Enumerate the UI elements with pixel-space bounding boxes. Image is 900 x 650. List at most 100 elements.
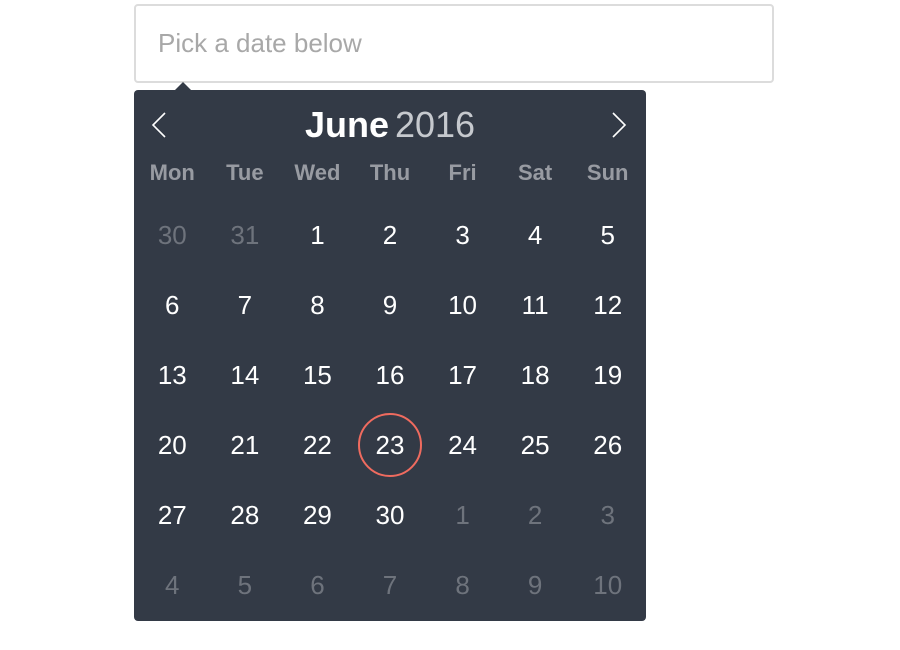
day-number: 20	[157, 429, 187, 460]
day-cell-other-month[interactable]: 30	[136, 200, 209, 270]
day-number: 26	[593, 429, 623, 460]
day-number: 29	[302, 499, 332, 530]
day-cell[interactable]: 7	[209, 270, 282, 340]
day-number: 10	[448, 289, 478, 320]
day-number: 4	[165, 569, 180, 600]
day-number: 30	[375, 499, 405, 530]
day-number: 18	[520, 359, 550, 390]
weekday-sun: Sun	[586, 160, 629, 185]
day-cell[interactable]: 18	[499, 340, 572, 410]
day-cell[interactable]: 6	[136, 270, 209, 340]
year-label: 2016	[394, 104, 476, 145]
day-number: 17	[448, 359, 478, 390]
day-cell[interactable]: 12	[571, 270, 644, 340]
day-number: 24	[448, 429, 478, 460]
day-cell[interactable]: 3	[426, 200, 499, 270]
day-cell[interactable]: 21	[209, 410, 282, 480]
day-number: 4	[527, 219, 543, 250]
day-number: 30	[157, 219, 187, 250]
weekday-wed: Wed	[294, 160, 341, 185]
day-cell[interactable]: 14	[209, 340, 282, 410]
day-cell-other-month[interactable]: 6	[281, 550, 354, 620]
weekday-mon: Mon	[149, 160, 195, 185]
day-cell[interactable]: 19	[571, 340, 644, 410]
month-label: June	[304, 104, 389, 145]
day-number: 13	[157, 359, 187, 390]
day-number: 5	[237, 569, 253, 600]
day-cell[interactable]: 10	[426, 270, 499, 340]
day-number: 9	[382, 289, 398, 320]
day-number: 2	[382, 219, 398, 250]
day-number: 2	[527, 499, 543, 530]
day-cell[interactable]: 27	[136, 480, 209, 550]
chevron-right-icon	[612, 112, 627, 138]
day-cell-other-month[interactable]: 10	[571, 550, 644, 620]
day-cell-other-month[interactable]: 2	[499, 480, 572, 550]
next-month-button[interactable]	[604, 110, 634, 140]
day-cell[interactable]: 2	[354, 200, 427, 270]
day-number: 3	[455, 219, 470, 250]
day-cell[interactable]: 25	[499, 410, 572, 480]
day-cell[interactable]: 30	[354, 480, 427, 550]
day-number: 12	[593, 289, 623, 320]
day-cell-other-month[interactable]: 3	[571, 480, 644, 550]
day-number: 3	[600, 499, 615, 530]
weekday-fri: Fri	[448, 160, 477, 185]
day-cell[interactable]: 22	[281, 410, 354, 480]
day-number: 31	[230, 219, 260, 250]
day-cell-other-month[interactable]: 4	[136, 550, 209, 620]
day-number: 6	[165, 289, 180, 320]
day-number: 27	[157, 499, 187, 530]
day-number: 1	[455, 499, 470, 530]
day-cell-other-month[interactable]: 5	[209, 550, 282, 620]
day-number: 21	[230, 429, 260, 460]
day-number: 14	[230, 359, 260, 390]
day-cell-other-month[interactable]: 7	[354, 550, 427, 620]
day-number: 22	[302, 429, 332, 460]
day-cell[interactable]: 28	[209, 480, 282, 550]
day-cell-other-month[interactable]: 1	[426, 480, 499, 550]
day-cell[interactable]: 13	[136, 340, 209, 410]
weekday-thu: Thu	[369, 160, 411, 185]
day-number: 15	[302, 359, 332, 390]
day-cell[interactable]: 11	[499, 270, 572, 340]
day-cell[interactable]: 17	[426, 340, 499, 410]
month-year-title: June 2016	[134, 104, 646, 146]
day-number: 11	[521, 289, 549, 320]
day-cell[interactable]: 5	[571, 200, 644, 270]
day-cell[interactable]: 8	[281, 270, 354, 340]
day-number: 6	[310, 569, 325, 600]
weekday-sat: Sat	[518, 160, 553, 185]
day-cell[interactable]: 1	[281, 200, 354, 270]
day-cell-other-month[interactable]: 31	[209, 200, 282, 270]
day-cell-selected[interactable]: 23	[354, 410, 427, 480]
day-cell[interactable]: 29	[281, 480, 354, 550]
day-cell[interactable]: 16	[354, 340, 427, 410]
day-cell[interactable]: 15	[281, 340, 354, 410]
day-cell[interactable]: 20	[136, 410, 209, 480]
day-cell-other-month[interactable]: 9	[499, 550, 572, 620]
day-number: 1	[310, 219, 325, 250]
weekday-tue: Tue	[226, 160, 264, 185]
day-number: 10	[593, 569, 623, 600]
day-cell[interactable]: 24	[426, 410, 499, 480]
weekday-header: Mon Tue Wed Thu Fri Sat Sun	[136, 158, 644, 188]
day-number: 7	[382, 569, 398, 600]
day-cell[interactable]: 4	[499, 200, 572, 270]
day-number: 8	[455, 569, 470, 600]
day-number: 25	[520, 429, 550, 460]
day-cell-other-month[interactable]: 8	[426, 550, 499, 620]
day-number: 23	[375, 429, 405, 460]
day-cell[interactable]: 26	[571, 410, 644, 480]
day-number: 19	[593, 359, 623, 390]
day-cell[interactable]: 9	[354, 270, 427, 340]
day-number: 16	[375, 359, 405, 390]
day-number: 7	[237, 289, 253, 320]
day-number: 8	[310, 289, 325, 320]
day-number: 28	[230, 499, 260, 530]
calendar-popup: June 2016 Mon Tue Wed Thu Fri Sat Sun 30 3…	[134, 90, 646, 621]
day-number: 5	[600, 219, 615, 250]
date-input[interactable]	[134, 4, 774, 83]
day-number: 9	[527, 569, 543, 600]
day-grid: 30 31 1 2 3 4 5 6 7 8 9 10 11 12 13 14 15 16 17 18 19 20 21 22 2…	[136, 200, 644, 620]
